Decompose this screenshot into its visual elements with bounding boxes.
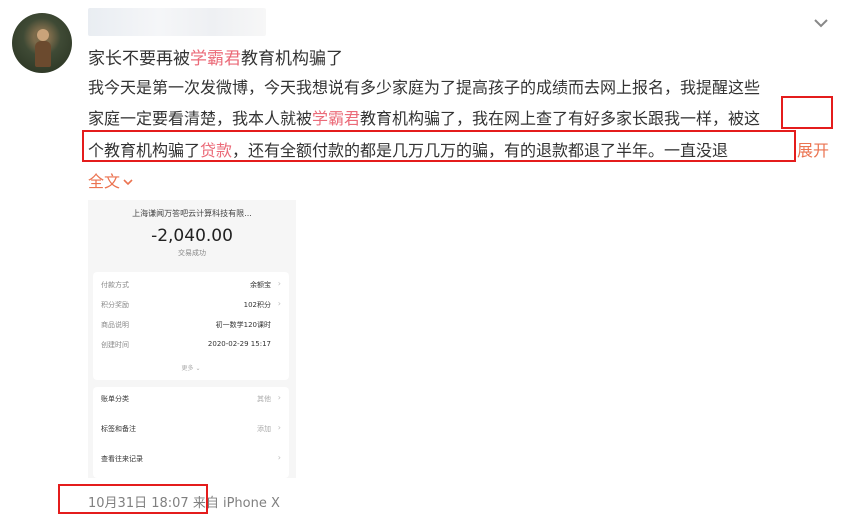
username-blurred[interactable] <box>88 8 266 36</box>
post-text-line: 我今天是第一次发微博，今天我想说有多少家庭为了提高孩子的成绩而去网上报名，我提醒… <box>88 78 761 97</box>
receipt-action-row[interactable]: 标签和备注 添加 › <box>101 419 281 439</box>
highlight-box <box>58 484 208 514</box>
expand-link[interactable]: 展开 <box>797 137 829 161</box>
chevron-down-icon <box>123 179 133 186</box>
fulltext-link[interactable]: 全文 <box>88 168 134 192</box>
receipt-row[interactable]: 付款方式 余额宝 › <box>101 276 281 294</box>
receipt-row[interactable]: 积分奖励 102积分 › <box>101 296 281 314</box>
chevron-right-icon: › <box>277 453 281 462</box>
receipt-screenshot[interactable]: 上海谦闻万答吧云计算科技有限... -2,040.00 交易成功 付款方式 余额宝… <box>88 200 296 478</box>
chevron-down-icon[interactable] <box>812 14 830 32</box>
avatar[interactable] <box>12 13 72 73</box>
highlight-box <box>781 96 833 129</box>
post-text-line: 家庭一定要看清楚，我本人就被学霸君教育机构骗了，我在网上查了有好多家长跟我一样，… <box>88 109 761 128</box>
chevron-right-icon: › <box>277 393 281 402</box>
chevron-right-icon: › <box>277 299 281 308</box>
keyword-link[interactable]: 学霸君 <box>190 49 241 69</box>
avatar-figure <box>35 41 51 67</box>
post-title: 家长不要再被学霸君教育机构骗了 <box>88 49 343 69</box>
receipt-merchant: 上海谦闻万答吧云计算科技有限... <box>132 209 252 218</box>
receipt-more[interactable]: 更多 ⌄ <box>93 363 289 372</box>
receipt-amount: -2,040.00 <box>151 226 233 246</box>
receipt-row: 创建时间 2020-02-29 15:17 <box>101 340 271 349</box>
receipt-action-card: 账单分类 其他 › 标签和备注 添加 › 查看往来记录 › <box>93 387 289 478</box>
avatar-head <box>37 29 49 41</box>
chevron-right-icon: › <box>277 423 281 432</box>
receipt-action-row[interactable]: 账单分类 其他 › <box>101 389 281 409</box>
receipt-row: 商品说明 初一数学120课时 <box>101 321 271 329</box>
receipt-status: 交易成功 <box>178 249 206 257</box>
receipt-action-row[interactable]: 查看往来记录 › <box>101 449 281 469</box>
keyword-link[interactable]: 学霸君 <box>312 109 360 128</box>
receipt-detail-card: 付款方式 余额宝 › 积分奖励 102积分 › 商品说明 初一数学120课时 创建时间 20… <box>93 272 289 380</box>
chevron-right-icon: › <box>277 279 281 288</box>
highlight-box <box>82 130 796 162</box>
